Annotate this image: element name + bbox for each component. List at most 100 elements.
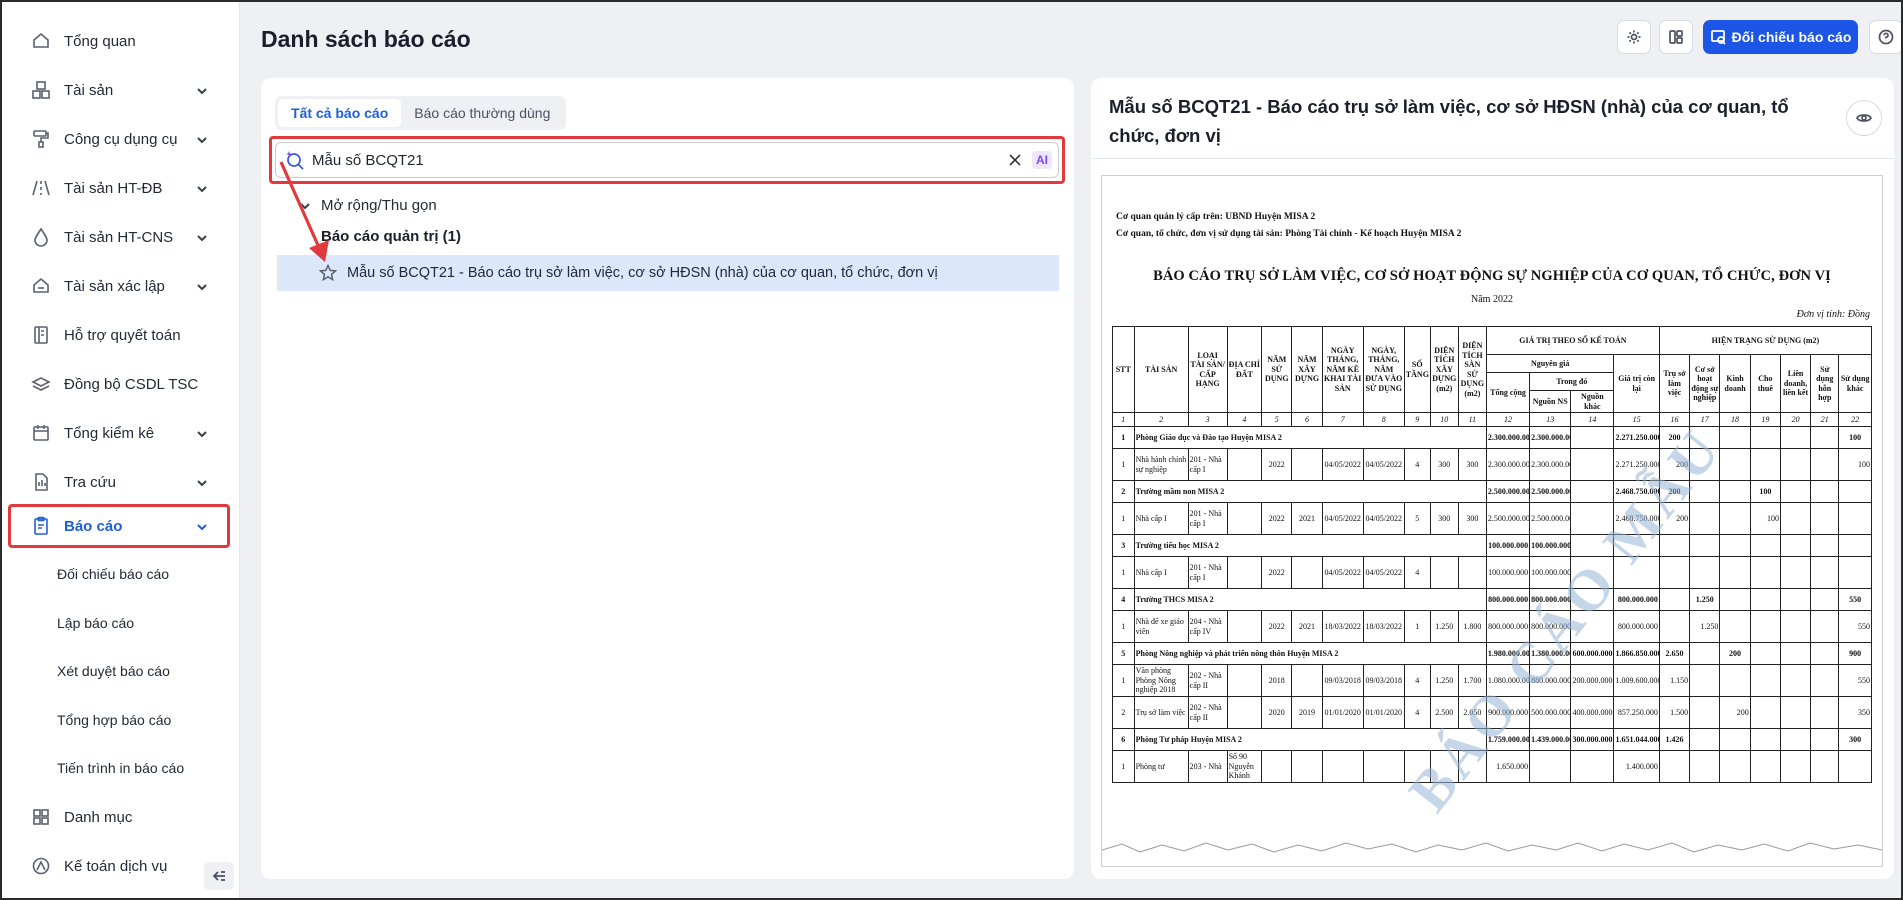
- table-cell: 10: [1429, 412, 1459, 427]
- sidebar-item-tai-san-ht-cns[interactable]: Tài sản HT-CNS: [22, 217, 222, 257]
- report-result-row[interactable]: Mẫu số BCQT21 - Báo cáo trụ sở làm việc,…: [277, 255, 1059, 291]
- th-dt-san: DIỆN TÍCH SÀN SỬ DỤNG (m2): [1457, 326, 1487, 413]
- clear-search-icon[interactable]: [1008, 153, 1022, 167]
- th-nam-xay-dung: NĂM XÂY DỰNG: [1291, 326, 1323, 413]
- table-cell: 04/05/2022: [1321, 502, 1364, 535]
- preview-title: Mẫu số BCQT21 - Báo cáo trụ sở làm việc,…: [1109, 96, 1789, 146]
- table-cell: [1810, 480, 1840, 503]
- chevron-down-icon: [196, 280, 208, 292]
- search-input[interactable]: [312, 151, 1008, 169]
- sidebar-item-ke-toan-dich-vu[interactable]: Kế toán dịch vụ: [22, 846, 222, 886]
- sidebar-item-danh-muc[interactable]: Danh mục: [22, 797, 222, 837]
- doc-parent-agency: Cơ quan quản lý cấp trên: UBND Huyện MIS…: [1116, 212, 1316, 222]
- sidebar-item-tai-san[interactable]: Tài sản: [22, 70, 222, 110]
- table-cell: [1779, 610, 1812, 643]
- table-cell: [1291, 750, 1323, 783]
- th-su-dung-hon-hop: Sử dụng hỗn hợp: [1810, 354, 1840, 413]
- th-so-tang: SỐ TẦNG: [1403, 326, 1431, 413]
- table-cell: [1570, 480, 1615, 503]
- preview-toggle-button[interactable]: [1846, 100, 1882, 136]
- table-cell: 11: [1457, 412, 1487, 427]
- grid-icon: [30, 806, 52, 828]
- report-group-label[interactable]: Báo cáo quản trị (1): [321, 228, 461, 245]
- sidebar-item-cong-cu[interactable]: Công cụ dụng cụ: [22, 119, 222, 159]
- table-cell: 1.250: [1689, 588, 1721, 611]
- table-cell: Trụ sở làm việc: [1133, 696, 1189, 729]
- chevron-down-icon: [196, 476, 208, 488]
- road-icon: [30, 177, 52, 199]
- table-cell: 18: [1719, 412, 1751, 427]
- th-nam-su-dung: NĂM SỬ DỤNG: [1261, 326, 1293, 413]
- tab-frequent-reports[interactable]: Báo cáo thường dùng: [401, 99, 563, 127]
- doi-chieu-bao-cao-button[interactable]: Đối chiếu báo cáo: [1703, 20, 1858, 54]
- sidebar-item-tra-cuu[interactable]: Tra cứu: [22, 462, 222, 502]
- table-cell: 2021: [1291, 502, 1323, 535]
- sidebar-item-tong-kiem-ke[interactable]: Tổng kiểm kê: [22, 413, 222, 453]
- table-cell: 04/05/2022: [1362, 448, 1405, 481]
- table-cell: Trường mầm non MISA 2: [1133, 480, 1487, 503]
- table-cell: [1779, 664, 1812, 697]
- table-cell: 6: [1112, 728, 1135, 751]
- sidebar-item-tong-quan[interactable]: Tổng quan: [22, 21, 222, 61]
- sub-item-lap-bao-cao[interactable]: Lập báo cáo: [57, 615, 134, 631]
- collapse-sidebar-button[interactable]: [204, 862, 234, 890]
- sub-item-xet-duyet[interactable]: Xét duyệt báo cáo: [57, 663, 170, 679]
- sidebar-item-label: Kế toán dịch vụ: [64, 857, 168, 875]
- sidebar-item-label: Hỗ trợ quyết toán: [64, 326, 181, 344]
- report-document-preview: Cơ quan quản lý cấp trên: UBND Huyện MIS…: [1102, 176, 1882, 866]
- help-button[interactable]: [1869, 20, 1903, 54]
- sidebar-item-tai-san-ht-db[interactable]: Tài sản HT-ĐB: [22, 168, 222, 208]
- table-cell: 202 - Nhà cấp II: [1187, 664, 1228, 697]
- sidebar-item-label: Công cụ dụng cụ: [64, 130, 178, 148]
- table-cell: 5: [1112, 642, 1135, 665]
- table-cell: Số 90 Nguyễn Khánh: [1226, 750, 1263, 783]
- divider: [1091, 158, 1894, 159]
- table-cell: 04/05/2022: [1321, 448, 1364, 481]
- sidebar-item-ho-tro-quyet-toan[interactable]: Hỗ trợ quyết toán: [22, 315, 222, 355]
- sidebar-item-tai-san-xac-lap[interactable]: Tài sản xác lập: [22, 266, 222, 306]
- layers-sync-icon: [30, 373, 52, 395]
- table-cell: [1779, 502, 1812, 535]
- table-cell: 2019: [1291, 696, 1323, 729]
- table-cell: 04/05/2022: [1362, 556, 1405, 589]
- table-cell: 14: [1570, 412, 1615, 427]
- table-group-row: 3 Trường tiểu học MISA 2 100.000.000 100.00…: [1112, 534, 1872, 557]
- table-cell: [1689, 728, 1721, 751]
- table-cell: 2.300.000.000: [1485, 426, 1531, 449]
- sidebar-item-label: Tài sản HT-CNS: [64, 228, 174, 246]
- th-co-so-hd: Cơ sở hoạt động sự nghiệp: [1689, 354, 1721, 413]
- table-row: 1 Nhà để xe giáo viên 204 - Nhà cấp IV 2022…: [1112, 610, 1872, 643]
- table-cell: Nhà hành chính sự nghiệp: [1133, 448, 1189, 481]
- sub-item-tien-trinh-in[interactable]: Tiến trình in báo cáo: [57, 760, 184, 776]
- table-cell: 202 - Nhà cấp II: [1187, 696, 1228, 729]
- table-cell: 100: [1749, 502, 1781, 535]
- table-cell: 1.009.600.000: [1613, 664, 1660, 697]
- table-cell: 2.500.000.000: [1485, 480, 1531, 503]
- sub-item-doi-chieu[interactable]: Đối chiếu báo cáo: [57, 566, 169, 582]
- table-cell: [1779, 728, 1812, 751]
- table-cell: 2022: [1261, 556, 1293, 589]
- table-cell: 2.500.000.000: [1485, 502, 1531, 535]
- table-cell: 21: [1810, 412, 1840, 427]
- th-lien-doanh: Liên doanh, liên kết: [1779, 354, 1812, 413]
- table-cell: [1719, 502, 1751, 535]
- ai-badge[interactable]: AI: [1032, 151, 1052, 169]
- layout-toggle-button[interactable]: [1659, 20, 1693, 54]
- table-cell: 4: [1112, 588, 1135, 611]
- table-cell: 19: [1749, 412, 1781, 427]
- sub-item-tong-hop[interactable]: Tổng hợp báo cáo: [57, 712, 171, 728]
- table-cell: Phòng Giáo dục và Đào tạo Huyện MISA 2: [1133, 426, 1487, 449]
- table-cell: [1321, 750, 1364, 783]
- settings-button[interactable]: [1617, 20, 1651, 54]
- table-cell: 550: [1838, 588, 1872, 611]
- table-cell: [1749, 534, 1781, 557]
- table-cell: 100: [1838, 448, 1872, 481]
- tab-all-reports[interactable]: Tất cả báo cáo: [278, 99, 402, 127]
- table-cell: 1: [1112, 426, 1135, 449]
- table-cell: [1658, 556, 1691, 589]
- table-cell: 2022: [1261, 448, 1293, 481]
- sidebar-item-dong-bo-csdl[interactable]: Đồng bộ CSDL TSC: [22, 364, 222, 404]
- table-cell: [1810, 502, 1840, 535]
- table-cell: [1291, 556, 1323, 589]
- report-tabs: Tất cả báo cáo Báo cáo thường dùng: [275, 96, 567, 130]
